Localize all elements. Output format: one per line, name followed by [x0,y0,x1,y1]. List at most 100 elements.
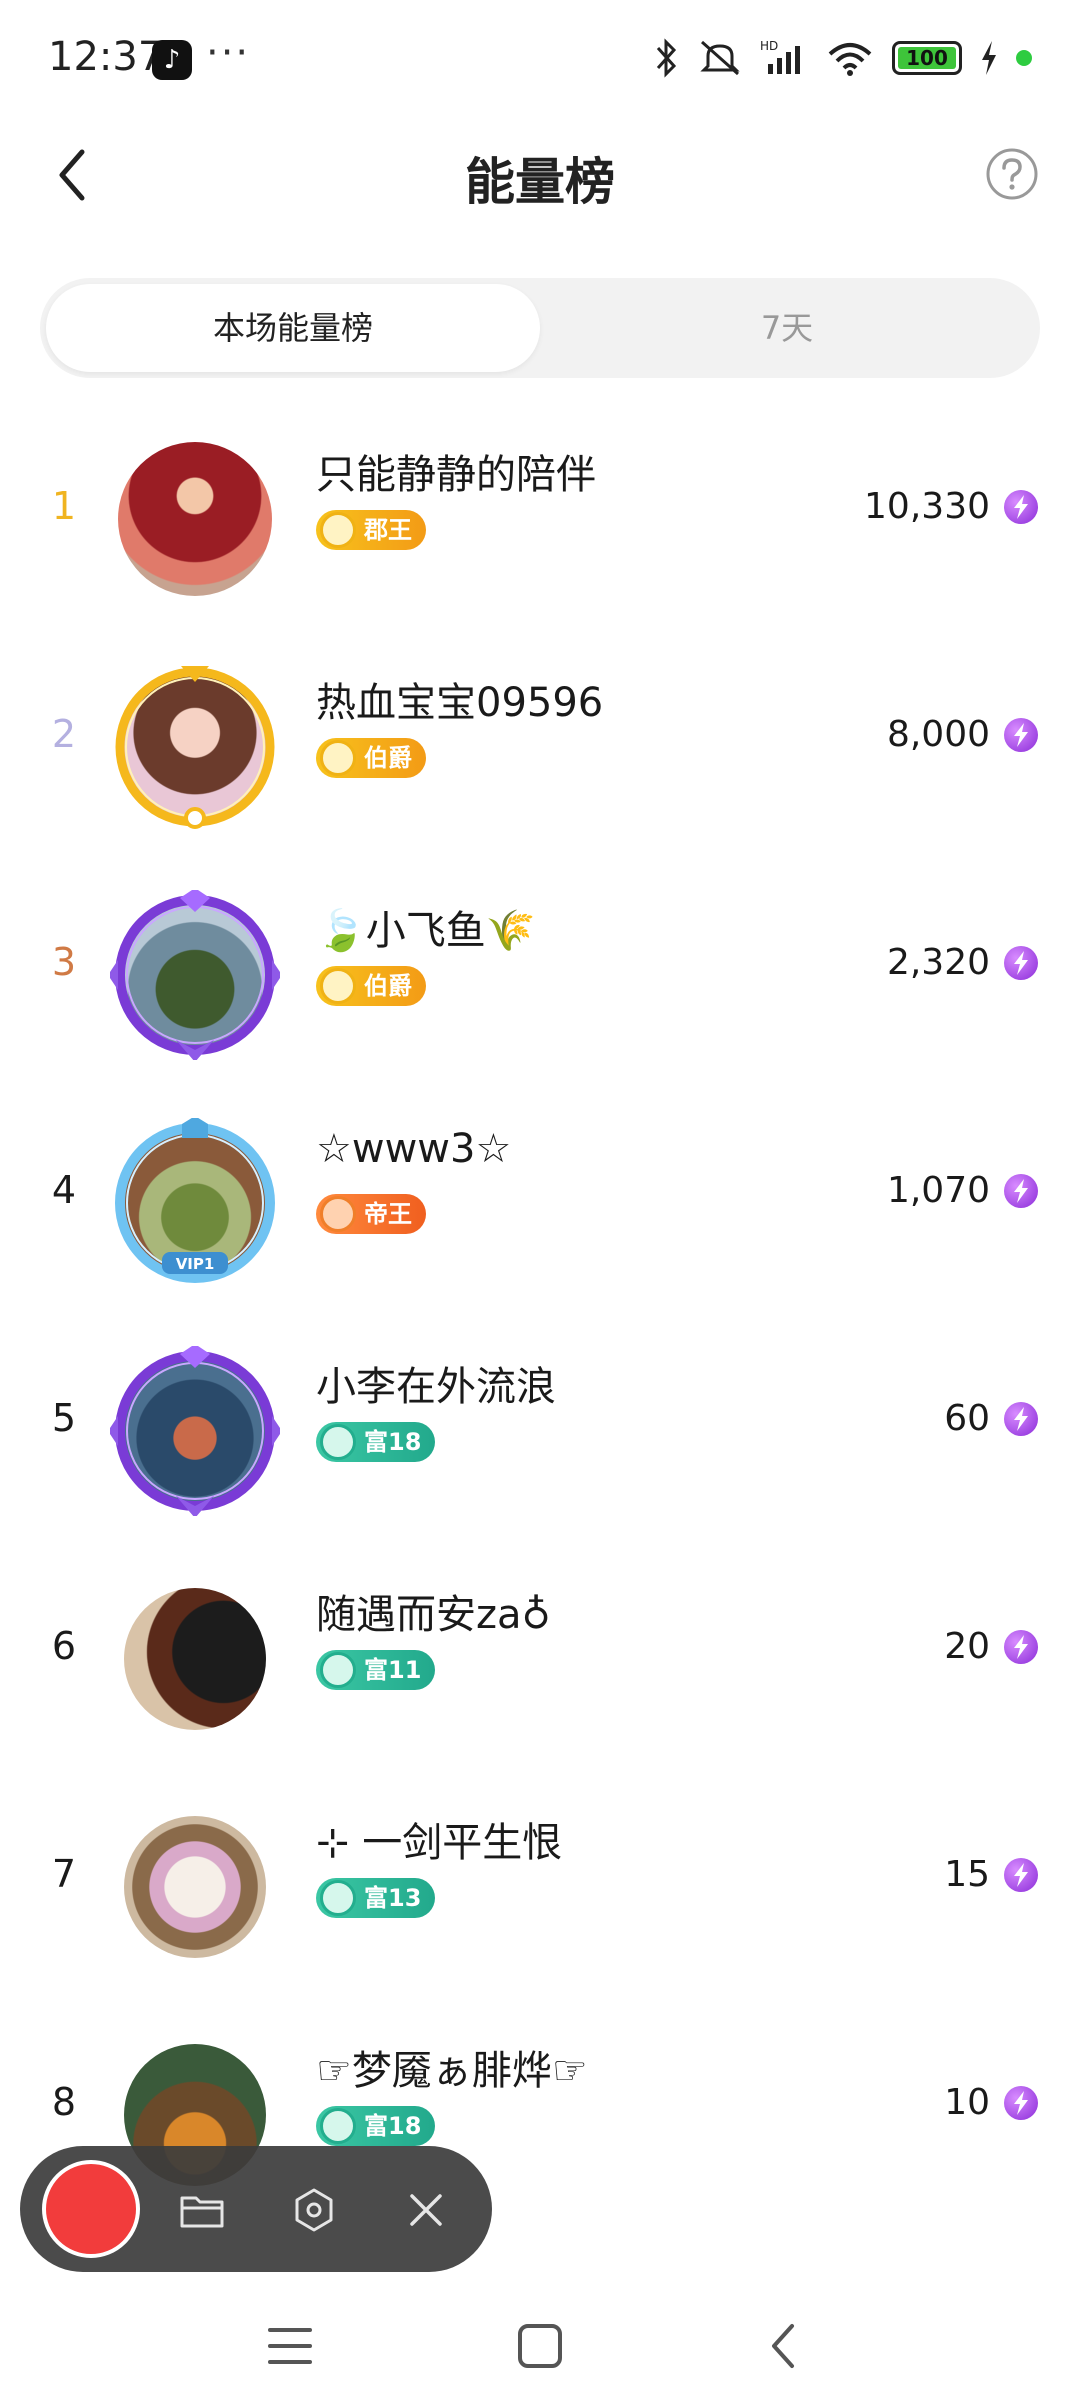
level-badge: 富18 [316,1422,436,1462]
energy-score: 1,070 [887,1170,1038,1211]
rank-number: 2 [51,712,77,756]
energy-score: 60 [944,1398,1038,1439]
signal-icon: HD [760,39,800,74]
back-icon[interactable] [756,2318,812,2374]
settings-hexagon-icon[interactable] [290,2186,338,2234]
energy-score: 8,000 [887,714,1038,755]
menu-icon[interactable] [262,2318,318,2374]
avatar[interactable]: VIP1 [110,1118,280,1288]
tab-7-days[interactable]: 7天 [540,284,1034,372]
rank-number: 3 [51,940,77,984]
badge-label: 郡王 [364,516,412,544]
close-icon[interactable] [402,2186,450,2234]
level-badge: 帝王 [316,1194,426,1234]
home-icon[interactable] [512,2318,568,2374]
leaderboard-row[interactable]: 4 VIP1 ☆www3☆ 帝王 1,070 [0,1090,1080,1318]
record-button[interactable] [42,2160,140,2258]
badge-icon [320,1424,356,1460]
leaderboard-row[interactable]: 6 随遇而安za♁ 富11 20 [0,1546,1080,1774]
leaderboard-row[interactable]: 3 🍃小飞鱼🌾 伯爵 2,320 [0,862,1080,1090]
battery-level: 100 [906,46,948,70]
level-badge: 富11 [316,1650,436,1690]
avatar[interactable] [110,434,280,604]
score-value: 10 [944,2082,990,2123]
avatar-frame-purple [110,890,280,1060]
badge-icon [320,1652,356,1688]
leaderboard-row[interactable]: 1 只能静静的陪伴 郡王 10,330 [0,406,1080,634]
avatar[interactable] [110,1346,280,1516]
score-value: 15 [944,1854,990,1895]
user-name: ☆www3☆ [316,1126,512,1172]
energy-lightning-icon [1004,1173,1038,1208]
badge-icon [320,1880,356,1916]
leaderboard-row[interactable]: 5 小李在外流浪 富18 60 [0,1318,1080,1546]
folder-icon[interactable] [178,2186,226,2234]
avatar-frame-gold [115,666,275,829]
more-notifications-icon: ··· [206,30,251,76]
svg-text:VIP1: VIP1 [176,1255,215,1273]
energy-lightning-icon [1004,2085,1038,2120]
badge-label: 富18 [364,1428,422,1456]
network-label: HD [760,39,778,53]
score-value: 8,000 [886,714,990,755]
badge-icon [320,512,356,548]
rank-number: 8 [51,2080,77,2124]
energy-lightning-icon [1004,945,1038,980]
level-badge: 伯爵 [316,738,426,778]
screen-recorder-toolbar [20,2146,492,2272]
user-name: 热血宝宝09596 [316,680,604,726]
mute-icon [700,40,740,76]
user-name: ☞梦魇ぁ腓烨☞ [316,2048,588,2094]
leaderboard-row[interactable]: 7 ⊹ 一剑平生恨 富13 15 [0,1774,1080,2002]
status-icons: HD 100 [654,38,1032,78]
energy-lightning-icon [1004,1401,1038,1436]
energy-lightning-icon [1004,717,1038,752]
score-value: 1,070 [886,1170,990,1211]
battery-icon: 100 [892,41,962,75]
badge-icon [320,740,356,776]
status-time: 12:37 [48,34,164,80]
help-icon[interactable] [984,146,1040,202]
avatar[interactable] [110,1574,280,1744]
rank-number: 6 [51,1624,77,1668]
energy-score: 10 [944,2082,1038,2123]
wifi-icon [828,43,872,76]
badge-label: 富18 [364,2112,422,2140]
energy-lightning-icon [1004,1857,1038,1892]
score-value: 10,330 [864,486,990,527]
badge-icon [320,968,356,1004]
user-name: 小李在外流浪 [316,1364,556,1410]
avatar[interactable] [110,662,280,832]
privacy-indicator-dot [1016,50,1032,66]
bluetooth-icon [656,38,677,78]
energy-score: 15 [944,1854,1038,1895]
user-name: 只能静静的陪伴 [316,452,596,498]
energy-score: 2,320 [887,942,1038,983]
level-badge: 郡王 [316,510,426,550]
charging-icon [982,41,996,75]
tiktok-app-icon: ♪ [152,40,192,80]
energy-score: 20 [944,1626,1038,1667]
leaderboard-row[interactable]: 2 热血宝宝09596 伯爵 8,000 [0,634,1080,862]
badge-label: 帝王 [364,1200,412,1228]
user-name: ⊹ 一剑平生恨 [316,1820,563,1866]
energy-lightning-icon [1004,489,1038,524]
badge-label: 伯爵 [364,972,412,1000]
header: 能量榜 [0,120,1080,230]
score-value: 20 [944,1626,990,1667]
avatar[interactable] [110,890,280,1060]
rank-number: 7 [51,1852,77,1896]
tab-bar: 本场能量榜 7天 [40,278,1040,378]
avatar-frame-purple [110,1346,280,1516]
tab-session-energy[interactable]: 本场能量榜 [46,284,540,372]
badge-icon [320,1196,356,1232]
rank-number: 5 [51,1396,77,1440]
badge-label: 富11 [364,1656,422,1684]
avatar[interactable] [110,1802,280,1972]
level-badge: 富18 [316,2106,436,2146]
level-badge: 富13 [316,1878,436,1918]
energy-lightning-icon [1004,1629,1038,1664]
score-value: 60 [944,1398,990,1439]
avatar-frame-vip: VIP1 [115,1118,275,1283]
badge-label: 富13 [364,1884,422,1912]
